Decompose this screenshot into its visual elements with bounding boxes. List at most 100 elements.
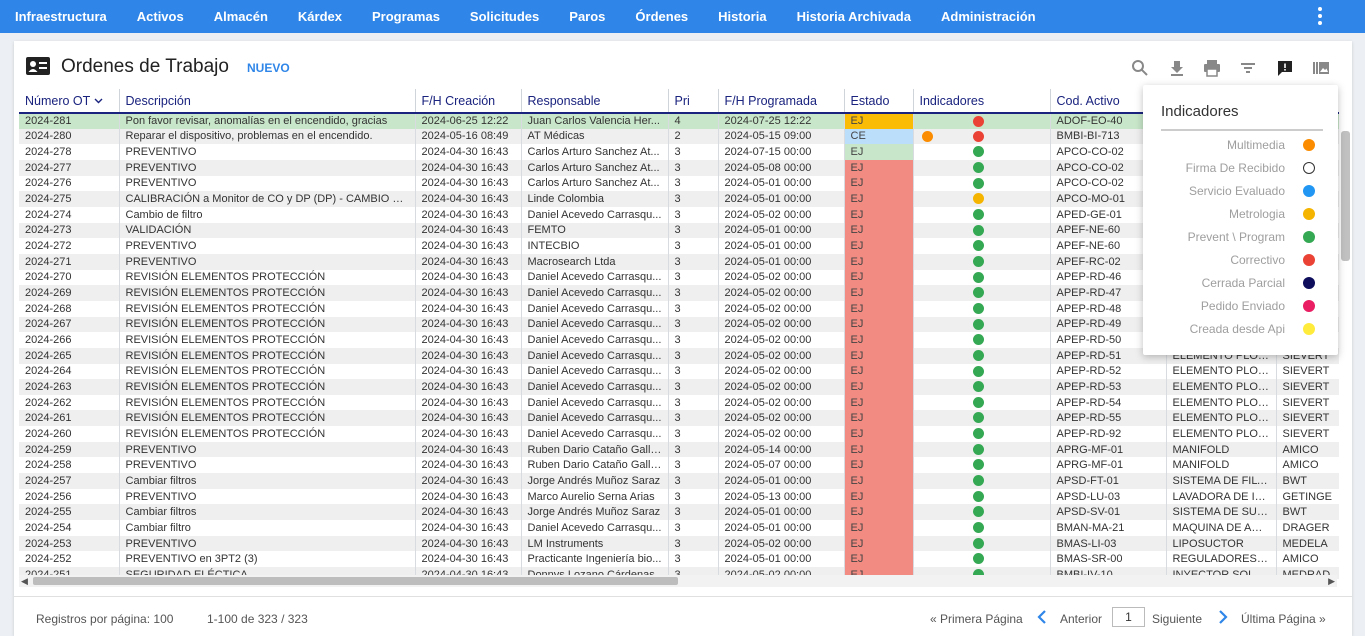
table-row[interactable]: 2024-275 CALIBRACIÓN a Monitor de CO y DP… [19,191,1339,207]
print-icon[interactable] [1202,58,1222,78]
nav-item-historia[interactable]: Historia [703,9,781,24]
table-row[interactable]: 2024-252 PREVENTIVO en 3PT2 (3) 2024-04-30… [19,551,1339,568]
cell-numero-ot: 2024-273 [19,222,120,239]
scroll-right-icon[interactable]: ▶ [1328,576,1335,587]
table-row[interactable]: 2024-266 REVISIÓN ELEMENTOS PROTECCIÓN 202… [19,332,1339,348]
cell-indicadores [913,426,1051,442]
table-row[interactable]: 2024-274 Cambio de filtro 2024-04-30 16:43… [19,206,1339,223]
cell-responsable: Daniel Acevedo Carrasqu... [521,285,669,301]
previous-page-link[interactable]: Anterior [1060,612,1102,626]
new-order-button[interactable]: NUEVO [247,61,290,75]
record-range: 1-100 de 323 / 323 [207,612,308,626]
nav-item-activos[interactable]: Activos [122,9,199,24]
nav-item-infraestructura[interactable]: Infraestructura [0,9,122,24]
col-header-fh-creacion[interactable]: F/H Creación [415,89,522,114]
nav-item-kárdex[interactable]: Kárdex [283,9,357,24]
legend-item-firma-de-recibido: Firma De Recibido [1143,158,1323,178]
indicator-dot [972,428,984,440]
next-page-link[interactable]: Siguiente [1152,612,1202,626]
table-row[interactable]: 2024-262 REVISIÓN ELEMENTOS PROTECCIÓN 202… [19,394,1339,411]
nav-item-almacén[interactable]: Almacén [199,9,283,24]
cell-indicadores [913,457,1051,474]
table-row[interactable]: 2024-271 PREVENTIVO 2024-04-30 16:43 Macros… [19,253,1339,270]
table-row[interactable]: 2024-272 PREVENTIVO 2024-04-30 16:43 INTECB… [19,238,1339,254]
cell-indicadores [913,222,1051,239]
table-row[interactable]: 2024-254 Cambiar filtro 2024-04-30 16:43 Da… [19,520,1339,536]
search-icon[interactable] [1130,58,1150,78]
col-header-estado[interactable]: Estado [844,89,914,114]
table-row[interactable]: 2024-278 PREVENTIVO 2024-04-30 16:43 Carlos… [19,144,1339,160]
last-page-link[interactable]: Última Página » [1241,612,1326,626]
filter-icon[interactable] [1238,58,1258,78]
legend-dot [1303,185,1315,197]
first-page-link[interactable]: « Primera Página [930,612,1023,626]
cell-numero-ot: 2024-274 [19,206,120,223]
indicator-dot [972,208,984,220]
cell-fh-creacion: 2024-04-30 16:43 [415,457,522,474]
scroll-left-icon[interactable]: ◀ [21,576,28,587]
cell-numero-ot: 2024-272 [19,238,120,254]
horizontal-scroll-thumb[interactable] [33,577,678,585]
nav-item-órdenes[interactable]: Órdenes [620,9,703,24]
download-icon[interactable] [1167,58,1187,78]
page-header: Ordenes de Trabajo NUEVO [14,41,1352,89]
rows-per-page[interactable]: Registros por página: 100 [36,612,173,626]
nav-item-administración[interactable]: Administración [926,9,1051,24]
table-row[interactable]: 2024-273 VALIDACIÓN 2024-04-30 16:43 FEMTO 3… [19,222,1339,239]
table-row[interactable]: 2024-264 REVISIÓN ELEMENTOS PROTECCIÓN 202… [19,363,1339,380]
table-row[interactable]: 2024-267 REVISIÓN ELEMENTOS PROTECCIÓN 202… [19,316,1339,333]
col-header-fh-programada[interactable]: F/H Programada [718,89,845,114]
chevron-right-icon[interactable] [1217,609,1229,625]
table-row[interactable]: 2024-268 REVISIÓN ELEMENTOS PROTECCIÓN 202… [19,300,1339,317]
vertical-scroll-thumb[interactable] [1341,131,1350,261]
cell-estado: EJ [844,363,914,380]
col-header-pri[interactable]: Pri [668,89,719,114]
nav-item-solicitudes[interactable]: Solicitudes [455,9,554,24]
table-row[interactable]: 2024-277 PREVENTIVO 2024-04-30 16:43 Carlos… [19,159,1339,176]
cell-numero-ot: 2024-253 [19,535,120,552]
horizontal-scrollbar[interactable]: ◀ ▶ [19,575,1337,587]
cell-indicadores [913,269,1051,286]
table-row[interactable]: 2024-263 REVISIÓN ELEMENTOS PROTECCIÓN 202… [19,379,1339,395]
table-row[interactable]: 2024-256 PREVENTIVO 2024-04-30 16:43 Marco … [19,488,1339,505]
table-row[interactable]: 2024-261 REVISIÓN ELEMENTOS PROTECCIÓN 202… [19,410,1339,427]
table-row[interactable]: 2024-281 Pon favor revisar, anomalías en … [19,113,1339,129]
cell-descripcion: REVISIÓN ELEMENTOS PROTECCIÓN [119,316,416,333]
col-header-numero-ot[interactable]: Número OT [19,89,120,114]
cell-marca: MEDELA [1276,535,1339,552]
cell-fh-creacion: 2024-04-30 16:43 [415,285,522,301]
cell-fh-programada: 2024-05-02 00:00 [718,410,845,427]
col-header-indicadores[interactable]: Indicadores [913,89,1051,114]
nav-item-programas[interactable]: Programas [357,9,455,24]
indicator-dot [972,334,984,346]
table-row[interactable]: 2024-270 REVISIÓN ELEMENTOS PROTECCIÓN 202… [19,269,1339,286]
page-number-input[interactable] [1112,607,1145,627]
cell-cod-activo: BMAS-SR-00 [1050,551,1167,568]
table-row[interactable]: 2024-257 Cambiar filtros 2024-04-30 16:43 J… [19,473,1339,489]
col-header-responsable[interactable]: Responsable [521,89,669,114]
nav-item-paros[interactable]: Paros [554,9,620,24]
nav-item-historia-archivada[interactable]: Historia Archivada [782,9,926,24]
table-row[interactable]: 2024-280 Reparar el dispositivo, problema… [19,128,1339,145]
table-row[interactable]: 2024-253 PREVENTIVO 2024-04-30 16:43 LM Ins… [19,535,1339,552]
columns-icon[interactable] [1311,58,1331,78]
table-row[interactable]: 2024-276 PREVENTIVO 2024-04-30 16:43 Carlos… [19,175,1339,192]
col-header-descripcion[interactable]: Descripción [119,89,416,114]
cell-fh-creacion: 2024-04-30 16:43 [415,551,522,568]
cell-fh-programada: 2024-05-14 00:00 [718,441,845,458]
table-row[interactable]: 2024-260 REVISIÓN ELEMENTOS PROTECCIÓN 202… [19,426,1339,442]
table-row[interactable]: 2024-255 Cambiar filtros 2024-04-30 16:43 J… [19,504,1339,521]
legend-label: Firma De Recibido [1185,161,1285,175]
table-row[interactable]: 2024-265 REVISIÓN ELEMENTOS PROTECCIÓN 202… [19,347,1339,364]
cell-fh-programada: 2024-05-02 00:00 [718,535,845,552]
table-row[interactable]: 2024-258 PREVENTIVO 2024-04-30 16:43 Ruben … [19,457,1339,474]
cell-fh-programada: 2024-05-01 00:00 [718,253,845,270]
table-row[interactable]: 2024-259 PREVENTIVO 2024-04-30 16:43 Ruben … [19,441,1339,458]
cell-fh-programada: 2024-05-08 00:00 [718,159,845,176]
chevron-left-icon[interactable] [1036,609,1048,625]
feedback-icon[interactable] [1275,58,1295,78]
more-menu-icon[interactable] [1313,4,1327,28]
cell-fh-creacion: 2024-04-30 16:43 [415,535,522,552]
table-row[interactable]: 2024-269 REVISIÓN ELEMENTOS PROTECCIÓN 202… [19,285,1339,301]
cell-indicadores [913,253,1051,270]
